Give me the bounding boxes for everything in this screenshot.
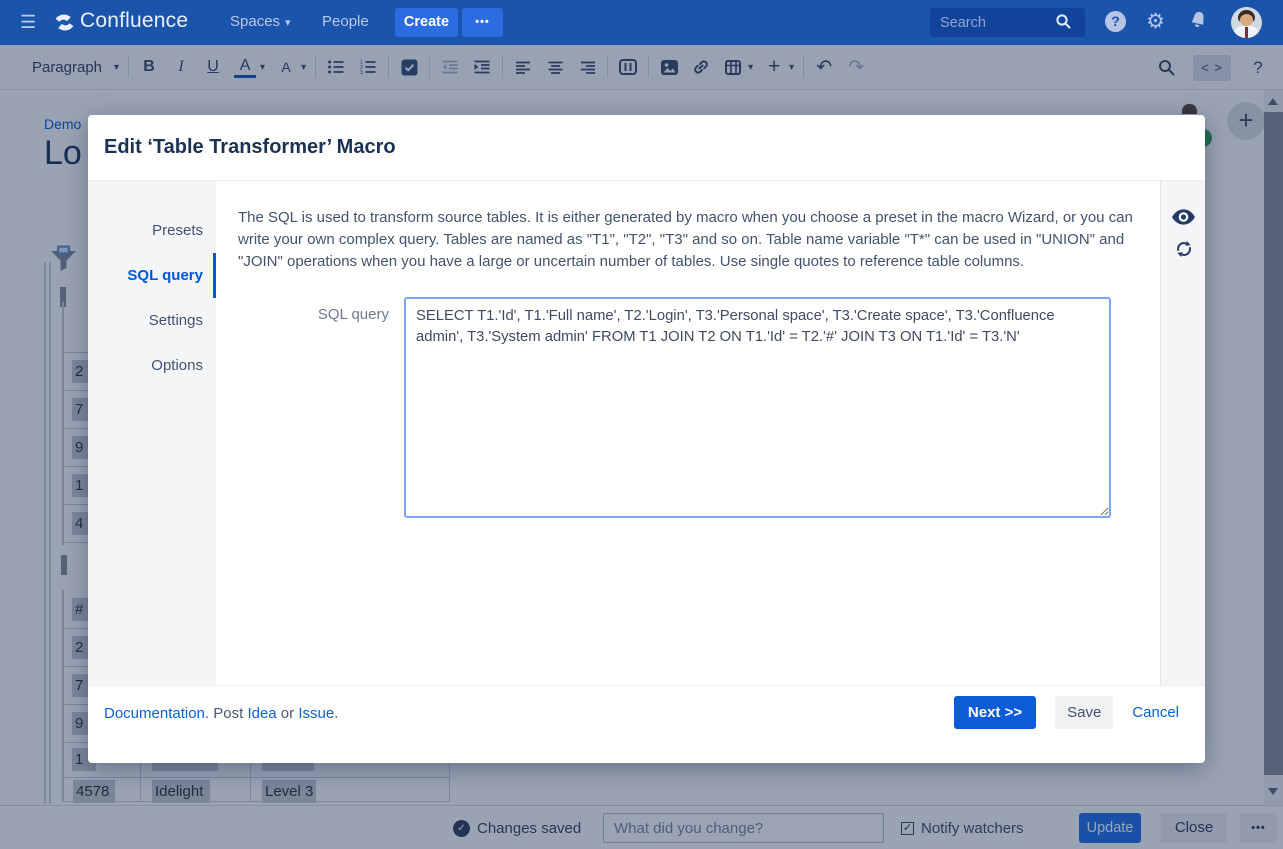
refresh-icon[interactable] xyxy=(1161,233,1206,265)
chevron-down-icon: ▾ xyxy=(285,17,291,29)
footer-text: or xyxy=(277,705,299,722)
sql-description: The SQL is used to transform source tabl… xyxy=(238,207,1146,273)
tab-options[interactable]: Options xyxy=(88,343,216,388)
documentation-link[interactable]: Documentation xyxy=(104,705,205,722)
footer-text: . Post xyxy=(205,705,248,722)
sql-form-row: SQL query SELECT T1.'Id', T1.'Full name'… xyxy=(238,297,1140,518)
tab-settings[interactable]: Settings xyxy=(88,298,216,343)
dialog-icon-column xyxy=(1160,181,1205,685)
footer-text: . xyxy=(334,705,338,722)
brand-title[interactable]: Confluence xyxy=(80,9,188,33)
bell-icon[interactable] xyxy=(1187,9,1212,34)
avatar-face xyxy=(1240,14,1253,26)
dialog-header: Edit ‘Table Transformer’ Macro xyxy=(88,115,1205,181)
hamburger-icon[interactable]: ☰ xyxy=(20,12,36,33)
dialog-title: Edit ‘Table Transformer’ Macro xyxy=(104,136,396,159)
next-button[interactable]: Next >> xyxy=(954,696,1036,729)
idea-link[interactable]: Idea xyxy=(247,705,276,722)
cancel-button[interactable]: Cancel xyxy=(1132,704,1179,721)
nav-spaces[interactable]: Spaces▾ xyxy=(230,13,291,30)
footer-buttons: Next >> Save Cancel xyxy=(954,696,1179,729)
dialog-sidebar: Presets SQL query Settings Options xyxy=(88,181,216,685)
confluence-logo-icon[interactable] xyxy=(54,12,75,38)
nav-more-button[interactable]: ••• xyxy=(462,8,503,37)
issue-link[interactable]: Issue xyxy=(298,705,334,722)
search-icon[interactable] xyxy=(1055,13,1071,34)
sql-query-label: SQL query xyxy=(238,297,404,518)
edit-macro-dialog: Edit ‘Table Transformer’ Macro Presets S… xyxy=(88,115,1205,763)
create-button[interactable]: Create xyxy=(395,8,458,37)
confluence-app: ☰ Confluence Spaces▾ People Create ••• ?… xyxy=(0,0,1283,849)
footer-links: Documentation. Post Idea or Issue. xyxy=(104,705,338,722)
tab-presets[interactable]: Presets xyxy=(88,208,216,253)
save-button[interactable]: Save xyxy=(1055,696,1113,729)
gear-icon[interactable]: ⚙ xyxy=(1145,11,1166,32)
top-navbar: ☰ Confluence Spaces▾ People Create ••• ?… xyxy=(0,0,1283,45)
dialog-body: The SQL is used to transform source tabl… xyxy=(216,181,1160,685)
sql-query-textarea[interactable]: SELECT T1.'Id', T1.'Full name', T2.'Logi… xyxy=(404,297,1111,518)
preview-eye-icon[interactable] xyxy=(1161,201,1206,233)
avatar-tie xyxy=(1245,27,1248,38)
help-icon[interactable]: ? xyxy=(1105,11,1126,32)
dialog-footer: Documentation. Post Idea or Issue. Next … xyxy=(88,685,1205,763)
nav-people[interactable]: People xyxy=(322,13,369,30)
tab-sql-query[interactable]: SQL query xyxy=(88,253,216,298)
user-avatar[interactable] xyxy=(1231,7,1262,38)
